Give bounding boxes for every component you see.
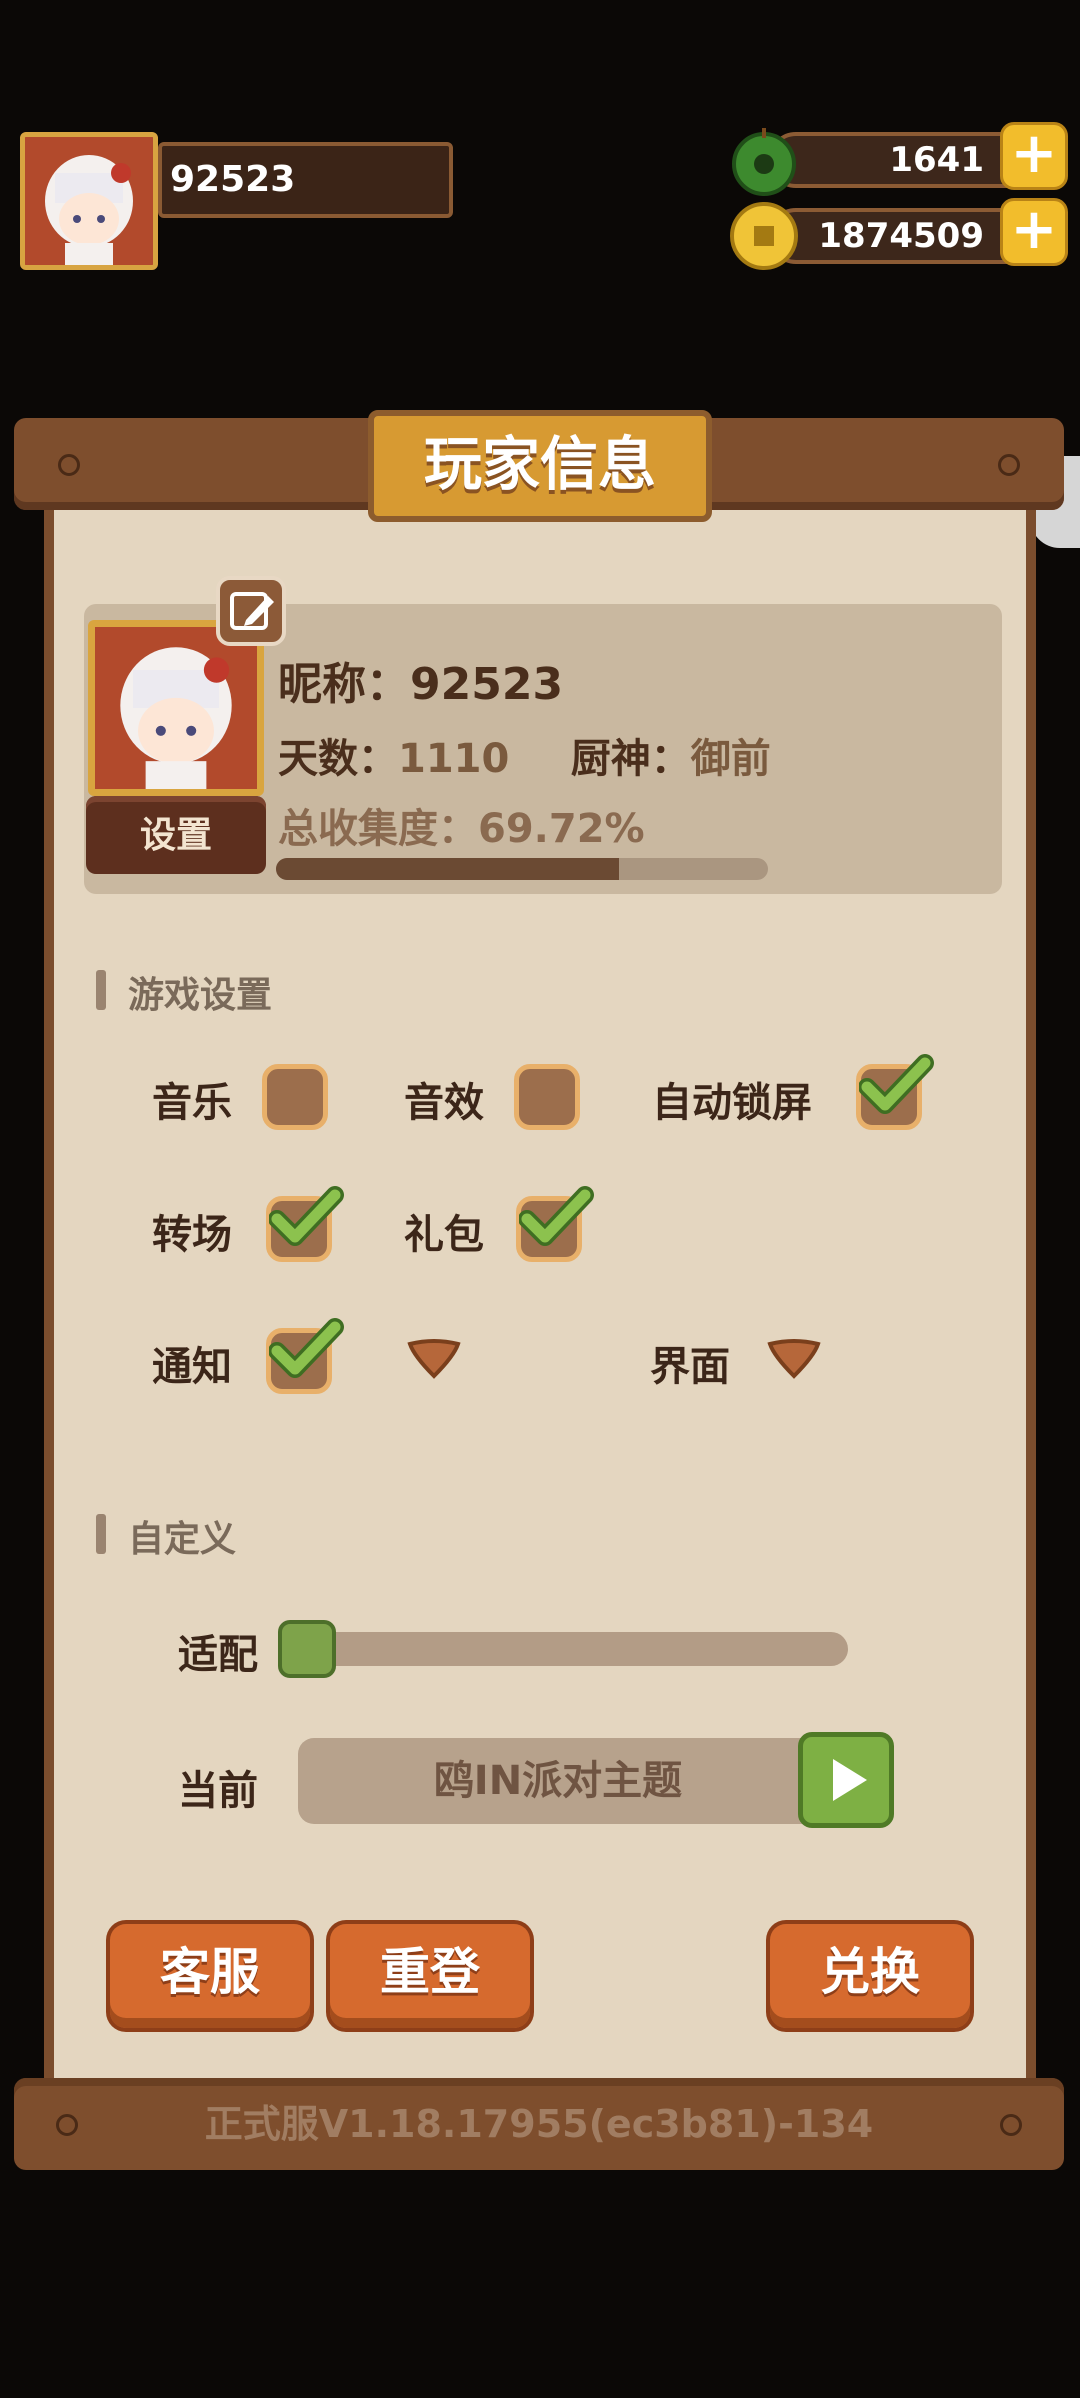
chef-value: 御前 xyxy=(690,736,771,782)
chef-girl-portrait xyxy=(25,137,153,265)
checkmark-icon xyxy=(269,1318,344,1378)
checkmark-icon xyxy=(519,1186,594,1246)
interface-label: 界面 xyxy=(650,1344,730,1390)
nickname-row: 昵称：92523 xyxy=(278,648,563,712)
rivet-icon xyxy=(998,454,1020,476)
days-row: 天数：1110 厨神：御前 xyxy=(278,726,771,784)
music-checkbox[interactable] xyxy=(262,1064,328,1130)
player-id-bar: 92523 xyxy=(158,142,453,218)
collection-value: 69.72% xyxy=(478,806,645,852)
rivet-icon xyxy=(56,2114,78,2136)
fit-slider-knob[interactable] xyxy=(278,1620,336,1678)
coin-counter: 1874509 xyxy=(768,208,1038,264)
music-label: 音乐 xyxy=(152,1080,232,1126)
add-jade-button[interactable]: + xyxy=(1000,122,1068,190)
transition-checkbox[interactable] xyxy=(266,1186,344,1262)
gift-pack-checkbox[interactable] xyxy=(516,1186,594,1262)
gift-pack-label: 礼包 xyxy=(404,1212,484,1258)
current-label: 当前 xyxy=(178,1768,258,1814)
days-value: 1110 xyxy=(398,736,510,782)
panel-title: 玩家信息 xyxy=(368,410,712,522)
fit-slider-track[interactable] xyxy=(296,1632,848,1666)
checkmark-icon xyxy=(859,1054,934,1114)
auto-lock-label: 自动锁屏 xyxy=(652,1080,812,1126)
rivet-icon xyxy=(58,454,80,476)
collection-row: 总收集度：69.72% xyxy=(278,796,645,854)
version-label: 正式服V1.18.17955(ec3b81)-134 xyxy=(14,2078,1064,2170)
auto-lock-checkbox[interactable] xyxy=(856,1054,934,1130)
sfx-label: 音效 xyxy=(404,1080,484,1126)
interface-dropdown[interactable] xyxy=(764,1336,824,1390)
notification-label: 通知 xyxy=(152,1344,232,1390)
section-marker xyxy=(96,1514,106,1554)
theme-next-button[interactable] xyxy=(798,1732,894,1828)
collection-label: 总收集度： xyxy=(278,806,478,852)
collection-progress xyxy=(276,858,768,880)
player-avatar[interactable] xyxy=(20,132,158,270)
fit-label: 适配 xyxy=(178,1632,258,1678)
jade-icon xyxy=(728,124,800,196)
customer-service-button[interactable]: 客服 xyxy=(110,1924,310,2028)
rivet-icon xyxy=(1000,2114,1022,2136)
add-coin-button[interactable]: + xyxy=(1000,198,1068,266)
play-icon xyxy=(833,1759,867,1801)
language-dropdown[interactable] xyxy=(404,1336,464,1390)
dropdown-arrow-icon xyxy=(407,1339,461,1379)
section-marker xyxy=(96,970,106,1010)
chef-girl-portrait xyxy=(95,627,257,789)
nickname-value: 92523 xyxy=(410,659,564,710)
nickname-label: 昵称： xyxy=(278,659,410,710)
game-settings-heading: 游戏设置 xyxy=(128,975,273,1016)
profile-avatar xyxy=(88,620,264,796)
dropdown-arrow-icon xyxy=(767,1339,821,1379)
current-theme-field: 鸥IN派对主题 xyxy=(298,1738,818,1824)
jade-counter: 1641 xyxy=(768,132,1038,188)
notification-checkbox[interactable] xyxy=(266,1318,344,1394)
checkmark-icon xyxy=(269,1186,344,1246)
relogin-button[interactable]: 重登 xyxy=(330,1924,530,2028)
edit-pencil-icon xyxy=(230,592,274,630)
edit-profile-button[interactable] xyxy=(216,576,286,646)
settings-button[interactable]: 设置 xyxy=(86,796,266,874)
custom-heading: 自定义 xyxy=(128,1519,237,1560)
chef-label: 厨神： xyxy=(570,736,691,782)
collection-progress-fill xyxy=(276,858,620,880)
days-label: 天数： xyxy=(278,736,398,782)
coin-icon xyxy=(728,200,800,272)
transition-label: 转场 xyxy=(152,1212,232,1258)
redeem-button[interactable]: 兑换 xyxy=(770,1924,970,2028)
sfx-checkbox[interactable] xyxy=(514,1064,580,1130)
